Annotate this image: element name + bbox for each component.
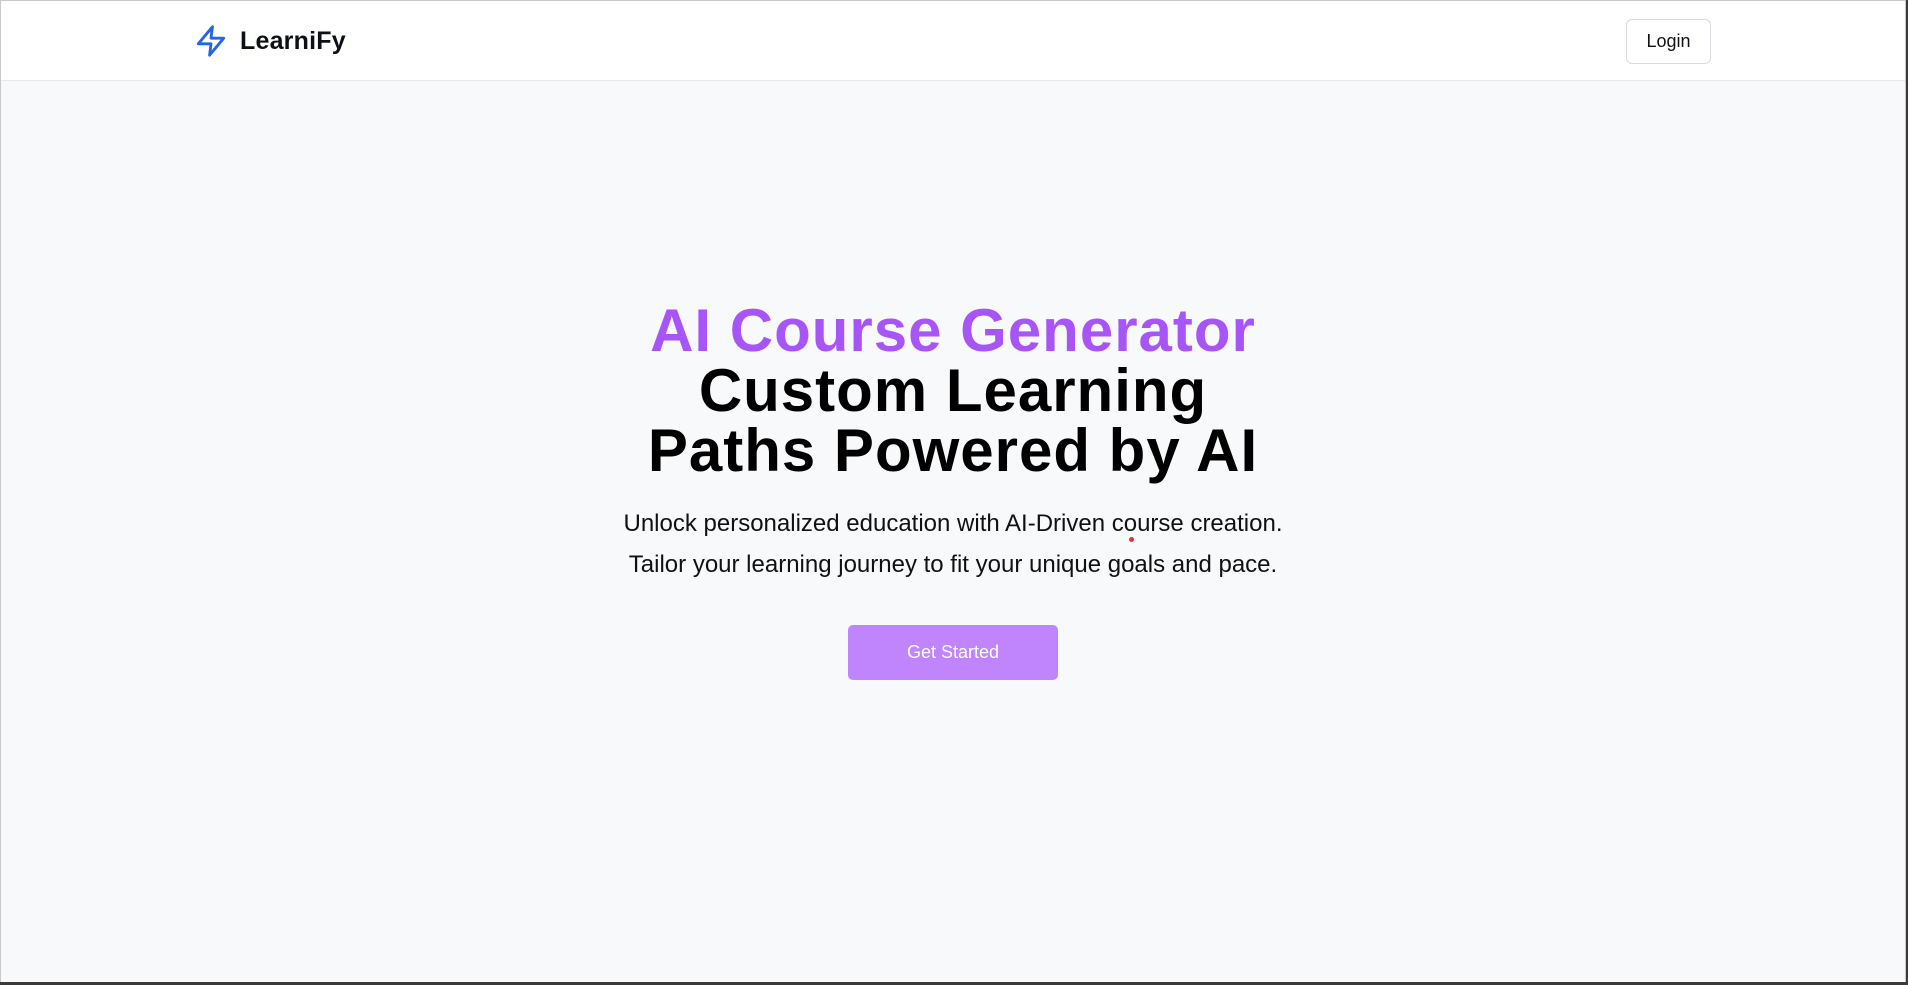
hero-subtitle: Unlock personalized education with AI-Dr… [1, 503, 1905, 585]
hero-subtitle-line-1: Unlock personalized education with AI-Dr… [623, 510, 1283, 537]
top-navbar: LearniFy Login [1, 1, 1905, 81]
cursor-dot [1129, 537, 1134, 542]
browser-window: LearniFy Login AI Course Generator Custo… [0, 0, 1906, 982]
brand-logo[interactable]: LearniFy [194, 23, 346, 59]
hero-section: AI Course Generator Custom Learning Path… [1, 301, 1905, 680]
hero-title: AI Course Generator Custom Learning Path… [1, 301, 1905, 481]
brand-name: LearniFy [240, 26, 346, 55]
hero-subtitle-line-2: Tailor your learning journey to fit your… [628, 551, 1278, 578]
get-started-button[interactable]: Get Started [848, 625, 1058, 680]
login-button[interactable]: Login [1626, 19, 1711, 64]
hero-title-line-1: Custom Learning [698, 357, 1208, 424]
hero-title-line-2: Paths Powered by AI [647, 417, 1259, 484]
lightning-bolt-icon [196, 25, 226, 57]
hero-title-accent: AI Course Generator [650, 297, 1256, 364]
